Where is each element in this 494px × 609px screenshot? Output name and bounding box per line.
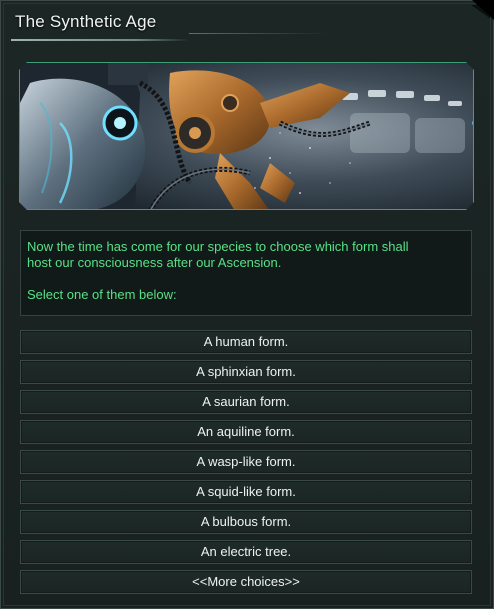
event-description: Now the time has come for our species to… bbox=[20, 230, 472, 316]
description-line-2: host our consciousness after our Ascensi… bbox=[27, 255, 282, 270]
title-bar: The Synthetic Age bbox=[1, 1, 494, 45]
option-aquiline-form-button[interactable]: An aquiline form. bbox=[20, 420, 472, 444]
title-underline bbox=[11, 39, 189, 41]
window-corner-decoration bbox=[471, 5, 491, 19]
option-squid-like-form-button[interactable]: A squid-like form. bbox=[20, 480, 472, 504]
description-line-1: Now the time has come for our species to… bbox=[27, 239, 409, 254]
option-bulbous-form-button[interactable]: A bulbous form. bbox=[20, 510, 472, 534]
option-sphinxian-form-button[interactable]: A sphinxian form. bbox=[20, 360, 472, 384]
option-saurian-form-button[interactable]: A saurian form. bbox=[20, 390, 472, 414]
event-illustration bbox=[19, 62, 474, 210]
option-wasp-like-form-button[interactable]: A wasp-like form. bbox=[20, 450, 472, 474]
option-list: A human form. A sphinxian form. A sauria… bbox=[20, 330, 472, 600]
synthetic-robots-image bbox=[20, 63, 473, 209]
selection-prompt: Select one of them below: bbox=[27, 287, 177, 302]
title-underline-extension bbox=[189, 33, 329, 34]
window-title: The Synthetic Age bbox=[15, 12, 157, 31]
option-human-form-button[interactable]: A human form. bbox=[20, 330, 472, 354]
more-choices-button[interactable]: <<More choices>> bbox=[20, 570, 472, 594]
option-electric-tree-button[interactable]: An electric tree. bbox=[20, 540, 472, 564]
event-window: The Synthetic Age Now the time has come … bbox=[0, 0, 494, 609]
